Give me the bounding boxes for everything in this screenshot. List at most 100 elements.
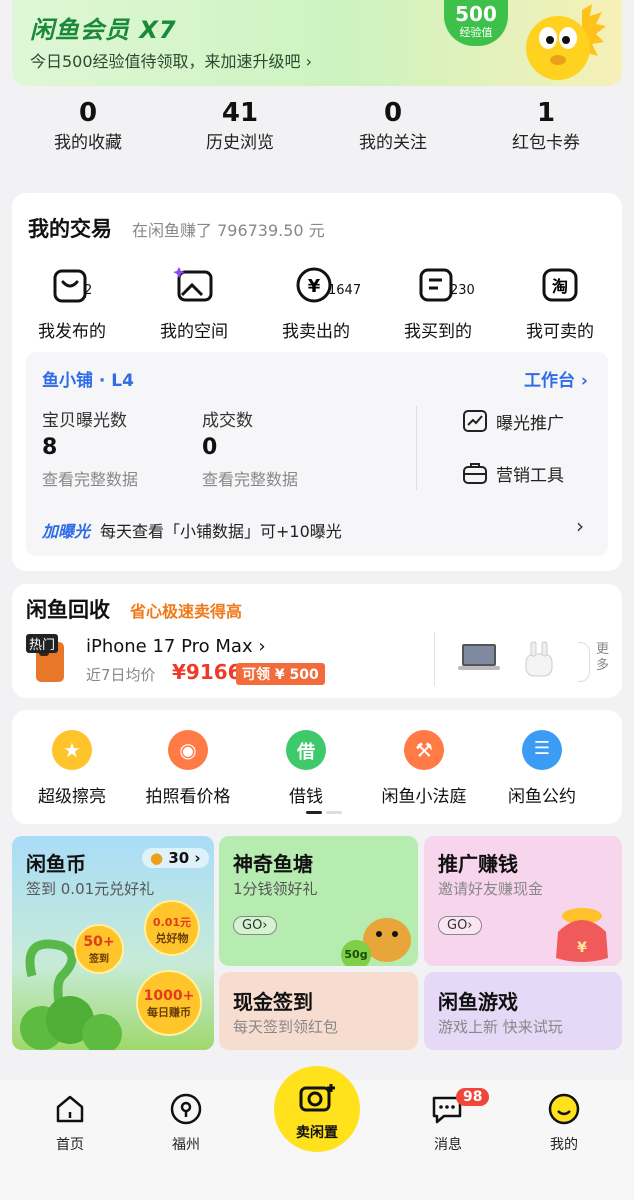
avg-price: ¥9166 [172, 660, 242, 684]
card-title: 闲鱼游戏 [438, 990, 518, 1014]
metric-exposure[interactable]: 宝贝曝光数 8 查看完整数据 [42, 406, 138, 490]
coin-count[interactable]: ● 30 › [142, 848, 209, 868]
card-title: 推广赚钱 [438, 852, 518, 876]
pact-bag-icon: ☰ [522, 730, 562, 770]
trade-space[interactable]: 我的空间 [144, 263, 244, 342]
trade-sellable[interactable]: 淘 我可卖的 [510, 263, 610, 342]
workbench-link[interactable]: 工作台 › [524, 366, 588, 391]
coin-icon: ● [150, 849, 164, 867]
card-title: 闲鱼币 [26, 852, 86, 876]
exp-label: 经验值 [459, 26, 493, 39]
sell-item-button[interactable]: 卖闲置 [274, 1066, 360, 1152]
tool-polish[interactable]: ★ 超级擦亮 [12, 730, 132, 807]
card-subtitle: 游戏上新 快来试玩 [438, 1018, 563, 1036]
receipt-icon: 230 [416, 263, 475, 307]
svg-text:淘: 淘 [552, 277, 568, 296]
metric-label: 成交数 [202, 411, 253, 431]
metric-value: 0 [202, 435, 218, 460]
metric-link[interactable]: 查看完整数据 [42, 466, 138, 490]
go-button[interactable]: GO› [438, 916, 482, 935]
yen-icon: ¥ 1647 [294, 263, 361, 307]
cash-checkin-card[interactable]: 现金签到 每天签到领红包 [219, 972, 418, 1050]
card-subtitle: 邀请好友赚现金 [438, 880, 544, 898]
fish-pond-card[interactable]: 神奇鱼塘 1分钱领好礼 GO› 50g [219, 836, 418, 966]
go-button[interactable]: GO› [233, 916, 277, 935]
recycle-title: 闲鱼回收 [26, 598, 110, 622]
trade-published[interactable]: 2 我发布的 [22, 263, 122, 342]
promo-earn-card[interactable]: 推广赚钱 邀请好友赚现金 GO› ¥ [424, 836, 622, 966]
nav-label: 福州 [172, 1137, 200, 1153]
trade-sold[interactable]: ¥ 1647 我卖出的 [266, 263, 366, 342]
stat-coupons[interactable]: 1 红包卡券 [470, 96, 622, 156]
camera-plus-icon [299, 1084, 335, 1112]
coupon-badge[interactable]: 可领 ¥ 500 [236, 663, 325, 685]
tool-court[interactable]: ⚒ 闲鱼小法庭 [364, 730, 484, 807]
metric-link[interactable]: 查看完整数据 [202, 466, 298, 490]
metric-deals[interactable]: 成交数 0 查看完整数据 [202, 406, 298, 490]
earbuds-icon[interactable] [516, 634, 562, 680]
metric-value: 8 [42, 435, 58, 460]
member-banner[interactable]: 闲鱼会员 X7 今日500经验值待领取，来加速升级吧 › 500 经验值 [12, 0, 622, 86]
marketing-tool[interactable]: 营销工具 [462, 460, 564, 486]
boost-text: 每天查看「小铺数据」可+10曝光 [100, 522, 342, 541]
games-card[interactable]: 闲鱼游戏 游戏上新 快来试玩 [424, 972, 622, 1050]
coin-badge-exchange: 0.01元 兑好物 [144, 900, 200, 956]
trade-bought[interactable]: 230 我买到的 [388, 263, 488, 342]
member-title: 闲鱼会员 X7 [30, 16, 177, 44]
iphone-thumbnail[interactable]: 热门 [26, 634, 70, 684]
tools-card: ★ 超级擦亮 ◉ 拍照看价格 借 借钱 ⚒ 闲鱼小法庭 ☰ 闲鱼公约 [12, 710, 622, 824]
card-subtitle: 签到 0.01元兑好礼 [26, 880, 155, 898]
nav-home[interactable]: 首页 [30, 1092, 110, 1154]
tool-photo-price[interactable]: ◉ 拍照看价格 [128, 730, 248, 807]
boost-row[interactable]: 加曝光 每天查看「小铺数据」可+10曝光 [42, 518, 342, 542]
nav-label: 首页 [56, 1137, 84, 1153]
stat-number: 0 [78, 98, 98, 128]
borrow-icon: 借 [286, 730, 326, 770]
metric-label: 宝贝曝光数 [42, 411, 127, 431]
shop-panel: 鱼小铺 · L4 工作台 › 宝贝曝光数 8 查看完整数据 成交数 0 查看完整… [26, 352, 608, 556]
stat-history[interactable]: 41 历史浏览 [164, 96, 316, 156]
promote-tool[interactable]: 曝光推广 [462, 408, 564, 434]
stat-label: 红包卡券 [512, 133, 580, 153]
stat-following[interactable]: 0 我的关注 [317, 96, 469, 156]
nav-messages[interactable]: 98 消息 [408, 1088, 490, 1154]
smiley-face-icon [548, 1093, 580, 1125]
sparkle-star-icon: ★ [52, 730, 92, 770]
trade-label: 我卖出的 [282, 322, 350, 342]
image-icon [172, 263, 216, 307]
tool-label: 借钱 [289, 787, 323, 807]
recycle-card: 闲鱼回收 省心极速卖得高 热门 iPhone 17 Pro Max › 近7日均… [12, 584, 622, 698]
location-icon [170, 1093, 202, 1125]
unread-badge: 98 [456, 1088, 490, 1106]
trades-title: 我的交易 [28, 217, 112, 241]
svg-text:¥: ¥ [308, 276, 321, 297]
nav-me[interactable]: 我的 [524, 1092, 604, 1154]
gavel-icon: ⚒ [404, 730, 444, 770]
nav-city[interactable]: 福州 [146, 1092, 226, 1154]
member-subtitle[interactable]: 今日500经验值待领取，来加速升级吧 › [30, 48, 312, 72]
stat-favorites[interactable]: 0 我的收藏 [12, 96, 164, 156]
card-title: 现金签到 [233, 990, 313, 1014]
exp-badge[interactable]: 500 经验值 [444, 0, 508, 46]
stat-number: 41 [221, 98, 259, 128]
mascot-fish-icon [526, 4, 606, 80]
trade-label: 我的空间 [160, 322, 228, 342]
tool-pact[interactable]: ☰ 闲鱼公约 [482, 730, 602, 807]
tool-borrow[interactable]: 借 借钱 [246, 730, 366, 807]
coin-badge-daily: 1000+ 每日赚币 [136, 970, 202, 1036]
count: 230 [450, 283, 475, 298]
trade-label: 我发布的 [38, 322, 106, 342]
tool-label: 超级擦亮 [38, 787, 106, 807]
shop-name[interactable]: 鱼小铺 · L4 [42, 366, 134, 391]
coin-card[interactable]: 闲鱼币 签到 0.01元兑好礼 ● 30 › 0.01元 兑好物 50+ 签到 10… [12, 836, 214, 1050]
divider [434, 632, 435, 686]
product-name[interactable]: iPhone 17 Pro Max › [86, 636, 266, 657]
laptop-icon[interactable] [456, 634, 502, 680]
card-title: 神奇鱼塘 [233, 852, 313, 876]
tool-label: 拍照看价格 [145, 787, 231, 807]
stat-number: 0 [383, 98, 403, 128]
more-link[interactable]: 更多 [596, 642, 610, 674]
stats-row: 0 我的收藏 41 历史浏览 0 我的关注 1 红包卡券 [12, 96, 622, 180]
gram-badge: 50g [341, 940, 371, 966]
boost-tag: 加曝光 [42, 522, 91, 541]
